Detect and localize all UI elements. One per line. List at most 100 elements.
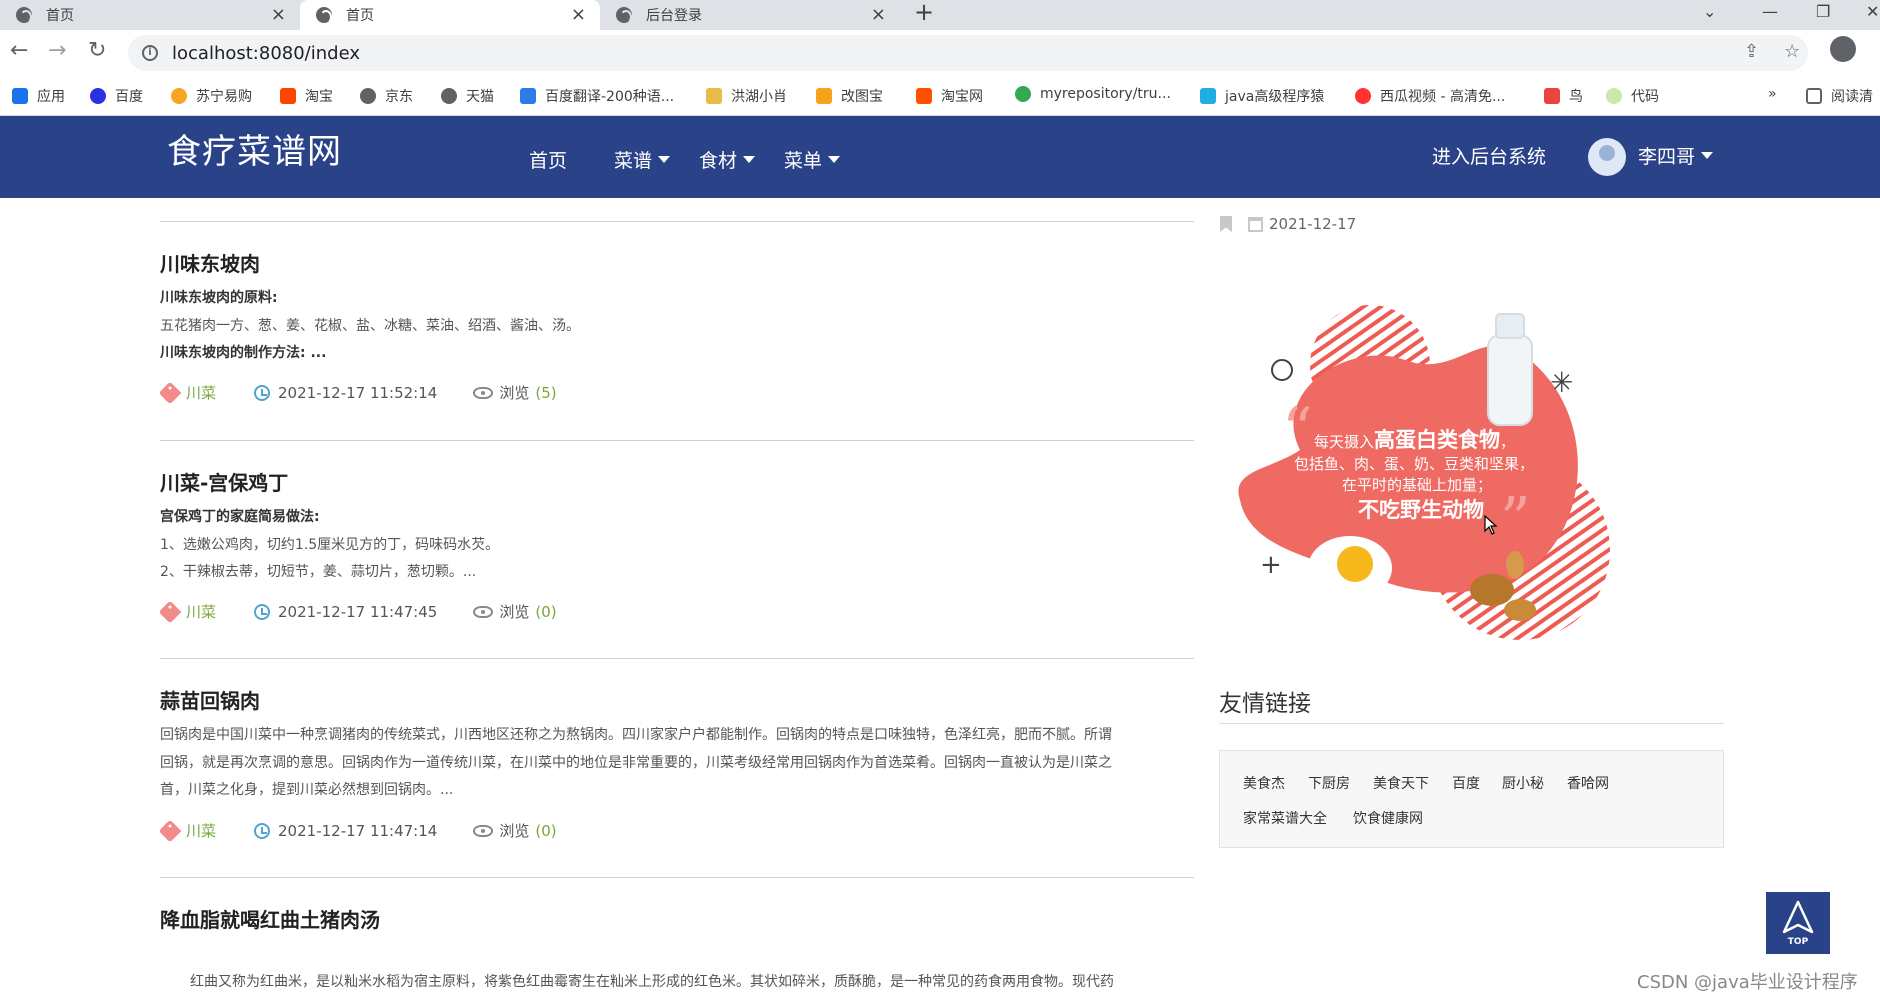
post-title[interactable]: 蒜苗回锅肉 [160, 685, 260, 714]
nav-item-menus[interactable]: 菜单 [784, 146, 841, 173]
baidu-translate-icon [520, 88, 536, 104]
globe-icon [316, 7, 332, 24]
bookmark-item[interactable]: 京东 [360, 86, 413, 106]
post-title[interactable]: 川菜-宫保鸡丁 [160, 467, 288, 496]
browser-tab-strip: 首页 × 首页 × 后台登录 × + ⌄ — ❐ ✕ [0, 0, 1880, 30]
bookmark-item[interactable]: 百度翻译-200种语... [520, 86, 674, 106]
bookmark-item[interactable]: 代码 [1606, 86, 1659, 106]
friend-link[interactable]: 美食杰 [1243, 773, 1285, 793]
bookmark-item[interactable]: 淘宝 [280, 86, 333, 106]
tag-icon [158, 600, 182, 623]
nav-label: 菜谱 [614, 150, 653, 172]
friend-links-box: 美食杰 下厨房 美食天下 百度 厨小秘 香哈网 家常菜谱大全 饮食健康网 [1219, 750, 1724, 848]
globe-icon [360, 88, 376, 104]
avatar[interactable] [1588, 138, 1626, 176]
post-meta: 川菜 2021-12-17 11:52:14 浏览 (5) [158, 381, 557, 404]
address-bar[interactable]: i localhost:8080/index [128, 35, 1808, 71]
friend-link[interactable]: 厨小秘 [1502, 773, 1544, 793]
forward-arrow-icon[interactable]: → [48, 38, 66, 63]
user-menu[interactable]: 李四哥 [1638, 142, 1714, 169]
calendar-icon [1248, 216, 1263, 232]
excerpt-line: 红曲又称为红曲米，是以籼米水稻为宿主原料，将紫色红曲霉寄生在籼米上形成的红色米。… [190, 974, 1114, 990]
bookmark-label: 鸟 [1569, 89, 1583, 105]
close-window-icon[interactable]: ✕ [1866, 2, 1879, 21]
bookmark-label: 淘宝网 [941, 89, 983, 105]
browser-tab[interactable]: 后台登录 × [600, 0, 900, 30]
tab-title: 后台登录 [646, 8, 702, 24]
post-title[interactable]: 降血脂就喝红曲土猪肉汤 [160, 904, 380, 933]
back-to-top-button[interactable]: TOP [1766, 892, 1830, 954]
bookmark-label: 洪湖小肖 [731, 89, 787, 105]
nav-item-recipes[interactable]: 菜谱 [614, 146, 671, 173]
bookmark-label: 百度 [115, 89, 143, 105]
bookmark-item[interactable]: 西瓜视频 - 高清免... [1355, 86, 1505, 106]
bookmark-label: myrepository/tru... [1040, 86, 1171, 102]
baidu-paw-icon [90, 88, 106, 104]
close-icon[interactable]: × [571, 4, 586, 25]
friend-link[interactable]: 下厨房 [1308, 773, 1350, 793]
profile-icon[interactable] [1830, 36, 1856, 62]
category-tag[interactable]: 川菜 [186, 820, 216, 841]
post-title[interactable]: 川味东坡肉 [160, 248, 260, 277]
bookmark-label: 淘宝 [305, 89, 333, 105]
bookmarks-overflow-icon[interactable]: » [1768, 86, 1777, 102]
site-logo[interactable]: 食疗菜谱网 [167, 124, 342, 173]
browser-tab-active[interactable]: 首页 × [300, 0, 600, 30]
promo-line3: 在平时的基础上加量； [1342, 476, 1492, 494]
nav-item-home[interactable]: 首页 [529, 146, 567, 173]
bookmark-item[interactable]: 百度 [90, 86, 143, 106]
category-tag[interactable]: 川菜 [186, 382, 216, 403]
bookmark-item[interactable]: 天猫 [441, 86, 494, 106]
promo-line2: 包括鱼、肉、蛋、奶、豆类和坚果， [1294, 455, 1534, 473]
star-icon[interactable]: ☆ [1784, 41, 1800, 62]
globe-icon [16, 7, 32, 24]
close-icon[interactable]: × [871, 4, 886, 25]
reload-icon[interactable]: ↻ [88, 38, 106, 63]
category-tag[interactable]: 川菜 [186, 601, 216, 622]
promo-illustration: + ✳ “ ” 每天摄入高蛋白类食物， 包括鱼、肉、蛋、奶、豆类和坚果， 在平时… [1238, 305, 1610, 640]
excerpt-line: 1、选嫩公鸡肉，切约1.5厘米见方的丁，码味码水芡。 [160, 536, 500, 553]
bookmark-item[interactable]: java高级程序猿 [1200, 86, 1324, 106]
divider [160, 877, 1194, 878]
bookmark-item[interactable]: 苏宁易购 [171, 86, 252, 106]
reading-list-button[interactable]: 阅读清 [1806, 86, 1873, 106]
tab-search-icon[interactable]: ⌄ [1703, 2, 1716, 21]
clock-icon [254, 603, 271, 620]
friend-link[interactable]: 美食天下 [1373, 773, 1429, 793]
back-arrow-icon[interactable]: ← [10, 38, 28, 63]
new-tab-icon[interactable]: + [914, 0, 934, 26]
close-icon[interactable]: × [271, 4, 286, 25]
site-info-icon[interactable]: i [142, 45, 158, 61]
bookmark-item[interactable]: 改图宝 [816, 86, 883, 106]
friend-link[interactable]: 饮食健康网 [1353, 808, 1423, 828]
minimize-icon[interactable]: — [1762, 2, 1778, 21]
friend-link[interactable]: 家常菜谱大全 [1243, 808, 1327, 828]
friend-links-title: 友情链接 [1219, 691, 1311, 717]
friend-link[interactable]: 百度 [1452, 773, 1480, 793]
nav-label: 首页 [529, 150, 568, 172]
post-excerpt: 回锅肉是中国川菜中一种烹调猪肉的传统菜式，川西地区还称之为熬锅肉。四川家家户户都… [160, 722, 1190, 805]
bookmark-label: 百度翻译-200种语... [545, 89, 675, 105]
eye-icon [473, 605, 494, 618]
admin-link[interactable]: 进入后台系统 [1432, 142, 1546, 169]
share-icon[interactable]: ⇪ [1744, 41, 1759, 62]
browser-tab[interactable]: 首页 × [0, 0, 300, 30]
bookmark-item[interactable]: 洪湖小肖 [706, 86, 787, 106]
divider [160, 221, 1194, 222]
bookmark-item[interactable]: 淘宝网 [916, 86, 983, 106]
friend-link[interactable]: 香哈网 [1567, 773, 1609, 793]
eye-icon [473, 824, 494, 837]
bookmark-label: 京东 [385, 89, 413, 105]
bilibili-icon [1200, 88, 1216, 104]
tab-title: 首页 [46, 8, 74, 24]
nav-item-ingredients[interactable]: 食材 [699, 146, 756, 173]
bookmarks-bar: 应用 百度 苏宁易购 淘宝 京东 天猫 百度翻译-200种语... 洪湖小肖 改… [0, 76, 1880, 116]
svg-text:✳: ✳ [1550, 366, 1573, 399]
bookmark-item[interactable]: 鸟 [1544, 86, 1583, 106]
bookmark-item[interactable]: myrepository/tru... [1015, 86, 1171, 102]
excerpt-line: 宫保鸡丁的家庭简易做法: [160, 509, 320, 525]
suning-icon [171, 88, 187, 104]
restore-icon[interactable]: ❐ [1816, 2, 1830, 21]
bookmark-item[interactable]: 应用 [12, 86, 65, 106]
bird-icon [1544, 88, 1560, 104]
